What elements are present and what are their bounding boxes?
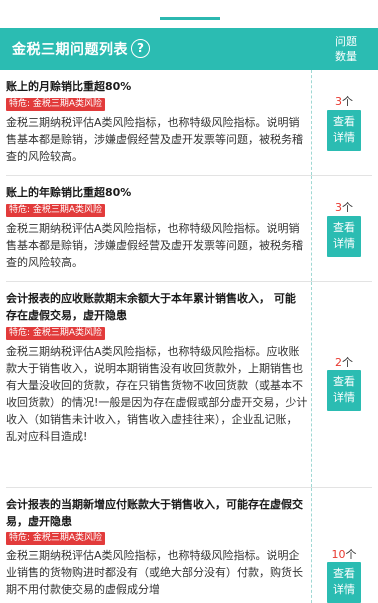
count-value: 10 <box>331 548 346 561</box>
count-unit: 个 <box>342 95 353 108</box>
item-description: 金税三期纳税评估A类风险指标，也称特级风险指标。说明销售基本都是赊销，涉嫌虚假经… <box>6 222 303 269</box>
item-description: 金税三期纳税评估A类风险指标，也称特级风险指标。说明销售基本都是赊销，涉嫌虚假经… <box>6 116 303 163</box>
count-value: 3 <box>335 95 342 108</box>
button-label-line1: 查看 <box>333 567 355 580</box>
list-item: 账上的年赊销比重超80% 特危: 金税三期A类风险 金税三期纳税评估A类风险指标… <box>6 176 372 282</box>
item-content: 会计报表的当期新增应付账款大于销售收入，可能存在虚假交易，虚开隐患 特危: 金税… <box>6 488 312 603</box>
problem-count: 10个 <box>316 546 372 562</box>
item-title: 会计报表的应收账款期末余额大于本年累计销售收入， 可能存在虚假交易，虚开隐患 <box>6 292 296 322</box>
count-value: 3 <box>335 201 342 214</box>
list-header: 金税三期问题列表 ? 问题 数量 <box>0 28 378 70</box>
item-title: 账上的年赊销比重超80% <box>6 186 132 199</box>
view-details-button[interactable]: 查看 详情 <box>327 562 361 603</box>
active-tab-indicator <box>160 17 220 20</box>
list-item: 账上的月赊销比重超80% 特危: 金税三期A类风险 金税三期纳税评估A类风险指标… <box>6 70 372 176</box>
item-description: 金税三期纳税评估A类风险指标，也称特级风险指标。说明企业销售的货物购进时都没有（… <box>6 549 303 596</box>
item-content: 账上的年赊销比重超80% 特危: 金税三期A类风险 金税三期纳税评估A类风险指标… <box>6 176 312 281</box>
risk-tag: 特危: 金税三期A类风险 <box>6 327 106 340</box>
count-header-line1: 问题 <box>335 35 357 48</box>
count-unit: 个 <box>342 356 353 369</box>
count-header-line2: 数量 <box>335 50 357 63</box>
count-value: 2 <box>335 356 342 369</box>
list-item: 会计报表的应收账款期末余额大于本年累计销售收入， 可能存在虚假交易，虚开隐患 特… <box>6 282 372 488</box>
view-details-button[interactable]: 查看 详情 <box>327 110 361 151</box>
item-content: 会计报表的应收账款期末余额大于本年累计销售收入， 可能存在虚假交易，虚开隐患 特… <box>6 282 312 487</box>
button-label-line2: 详情 <box>333 583 355 596</box>
problem-count: 3个 <box>316 199 372 215</box>
view-details-button[interactable]: 查看 详情 <box>327 370 361 411</box>
top-tab-bar <box>0 0 378 22</box>
button-label-line1: 查看 <box>333 115 355 128</box>
problem-count: 2个 <box>316 354 372 370</box>
item-content: 账上的月赊销比重超80% 特危: 金税三期A类风险 金税三期纳税评估A类风险指标… <box>6 70 312 175</box>
item-title: 账上的月赊销比重超80% <box>6 80 132 93</box>
view-details-button[interactable]: 查看 详情 <box>327 216 361 257</box>
problem-count: 3个 <box>316 93 372 109</box>
button-label-line2: 详情 <box>333 131 355 144</box>
count-column-header: 问题 数量 <box>326 34 366 64</box>
button-label-line1: 查看 <box>333 221 355 234</box>
item-description: 金税三期纳税评估A类风险指标，也称特级风险指标。应收账款大于销售收入，说明本期销… <box>6 345 308 443</box>
button-label-line2: 详情 <box>333 391 355 404</box>
list-item: 会计报表的当期新增应付账款大于销售收入，可能存在虚假交易，虚开隐患 特危: 金税… <box>6 488 372 603</box>
count-unit: 个 <box>345 548 357 561</box>
button-label-line2: 详情 <box>333 237 355 250</box>
item-title: 会计报表的当期新增应付账款大于销售收入，可能存在虚假交易，虚开隐患 <box>6 498 303 528</box>
risk-tag: 特危: 金税三期A类风险 <box>6 98 106 111</box>
list-title: 金税三期问题列表 <box>12 42 128 58</box>
risk-tag: 特危: 金税三期A类风险 <box>6 204 106 217</box>
count-unit: 个 <box>342 201 353 214</box>
button-label-line1: 查看 <box>333 375 355 388</box>
help-icon[interactable]: ? <box>131 39 150 58</box>
risk-tag: 特危: 金税三期A类风险 <box>6 532 106 545</box>
